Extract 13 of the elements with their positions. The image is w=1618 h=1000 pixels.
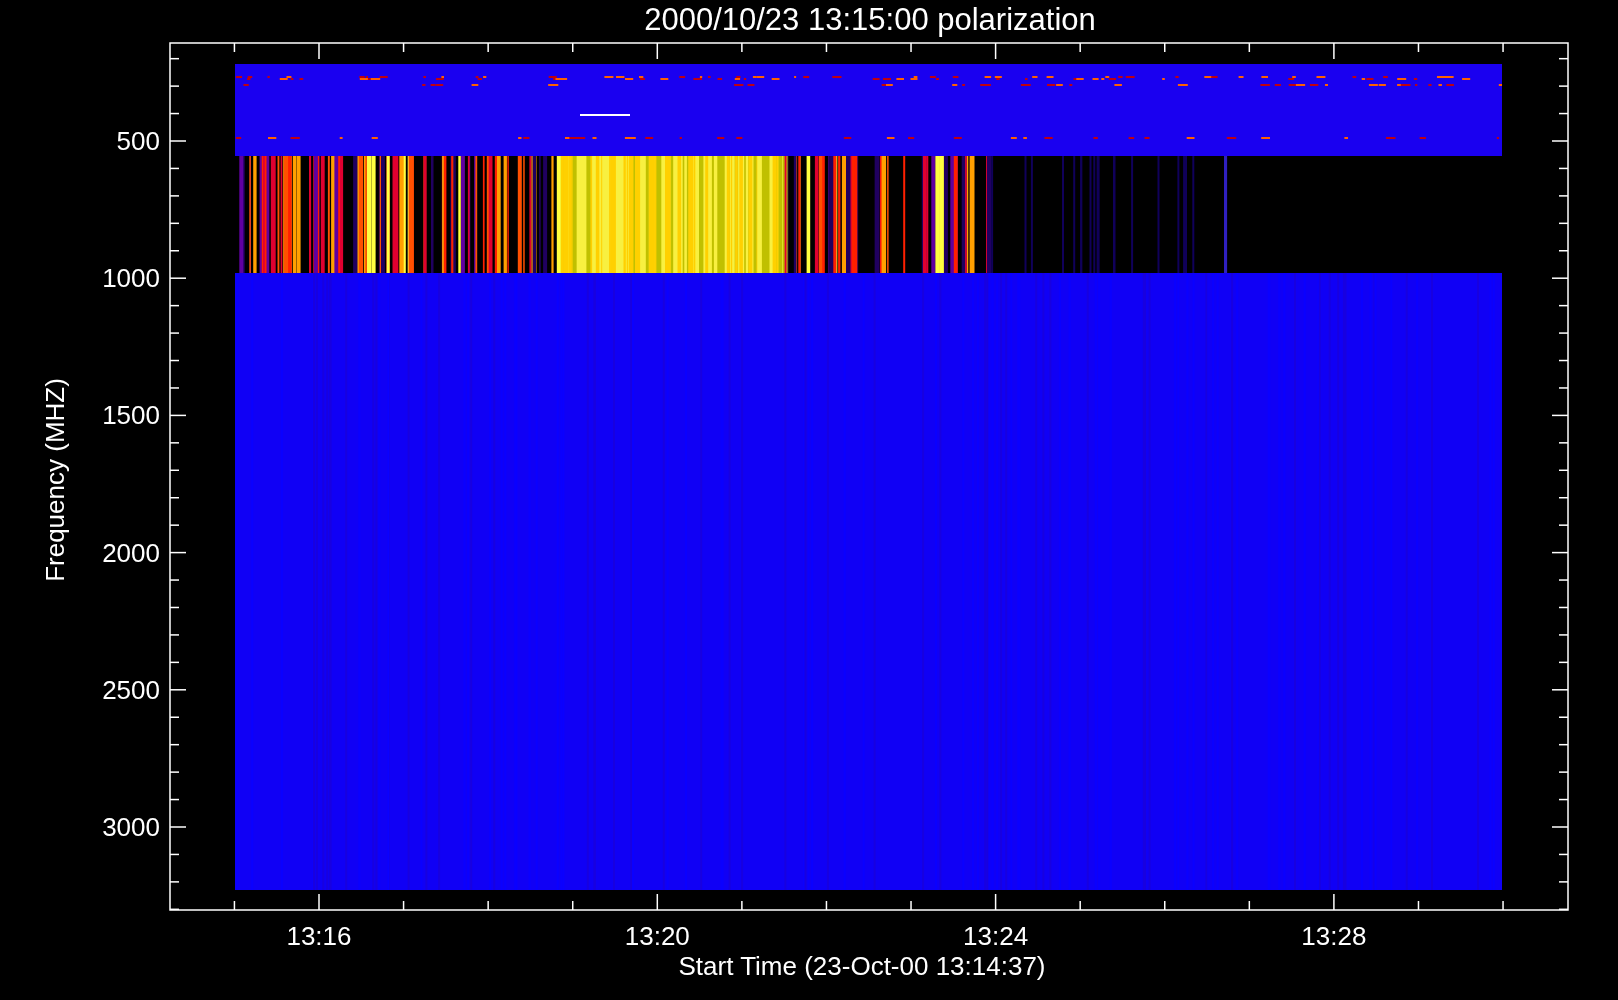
y-tick-label: 2500: [102, 674, 160, 705]
y-axis-label: Frequency (MHZ): [40, 378, 70, 582]
x-axis-label: Start Time (23-Oct-00 13:14:37): [678, 951, 1046, 981]
x-tick-label: 13:24: [963, 921, 1029, 951]
y-tick-label: 2000: [102, 537, 160, 568]
y-tick-label: 3000: [102, 812, 160, 842]
x-tick-label: 13:16: [286, 921, 352, 951]
plot-title: 2000/10/23 13:15:00 polarization: [644, 2, 1096, 37]
y-tick-label: 1500: [102, 400, 160, 431]
x-tick-label: 13:28: [1301, 921, 1367, 951]
y-tick-label: 1000: [102, 263, 160, 294]
x-tick-label: 13:20: [624, 921, 690, 951]
y-tick-label: 500: [116, 126, 160, 156]
